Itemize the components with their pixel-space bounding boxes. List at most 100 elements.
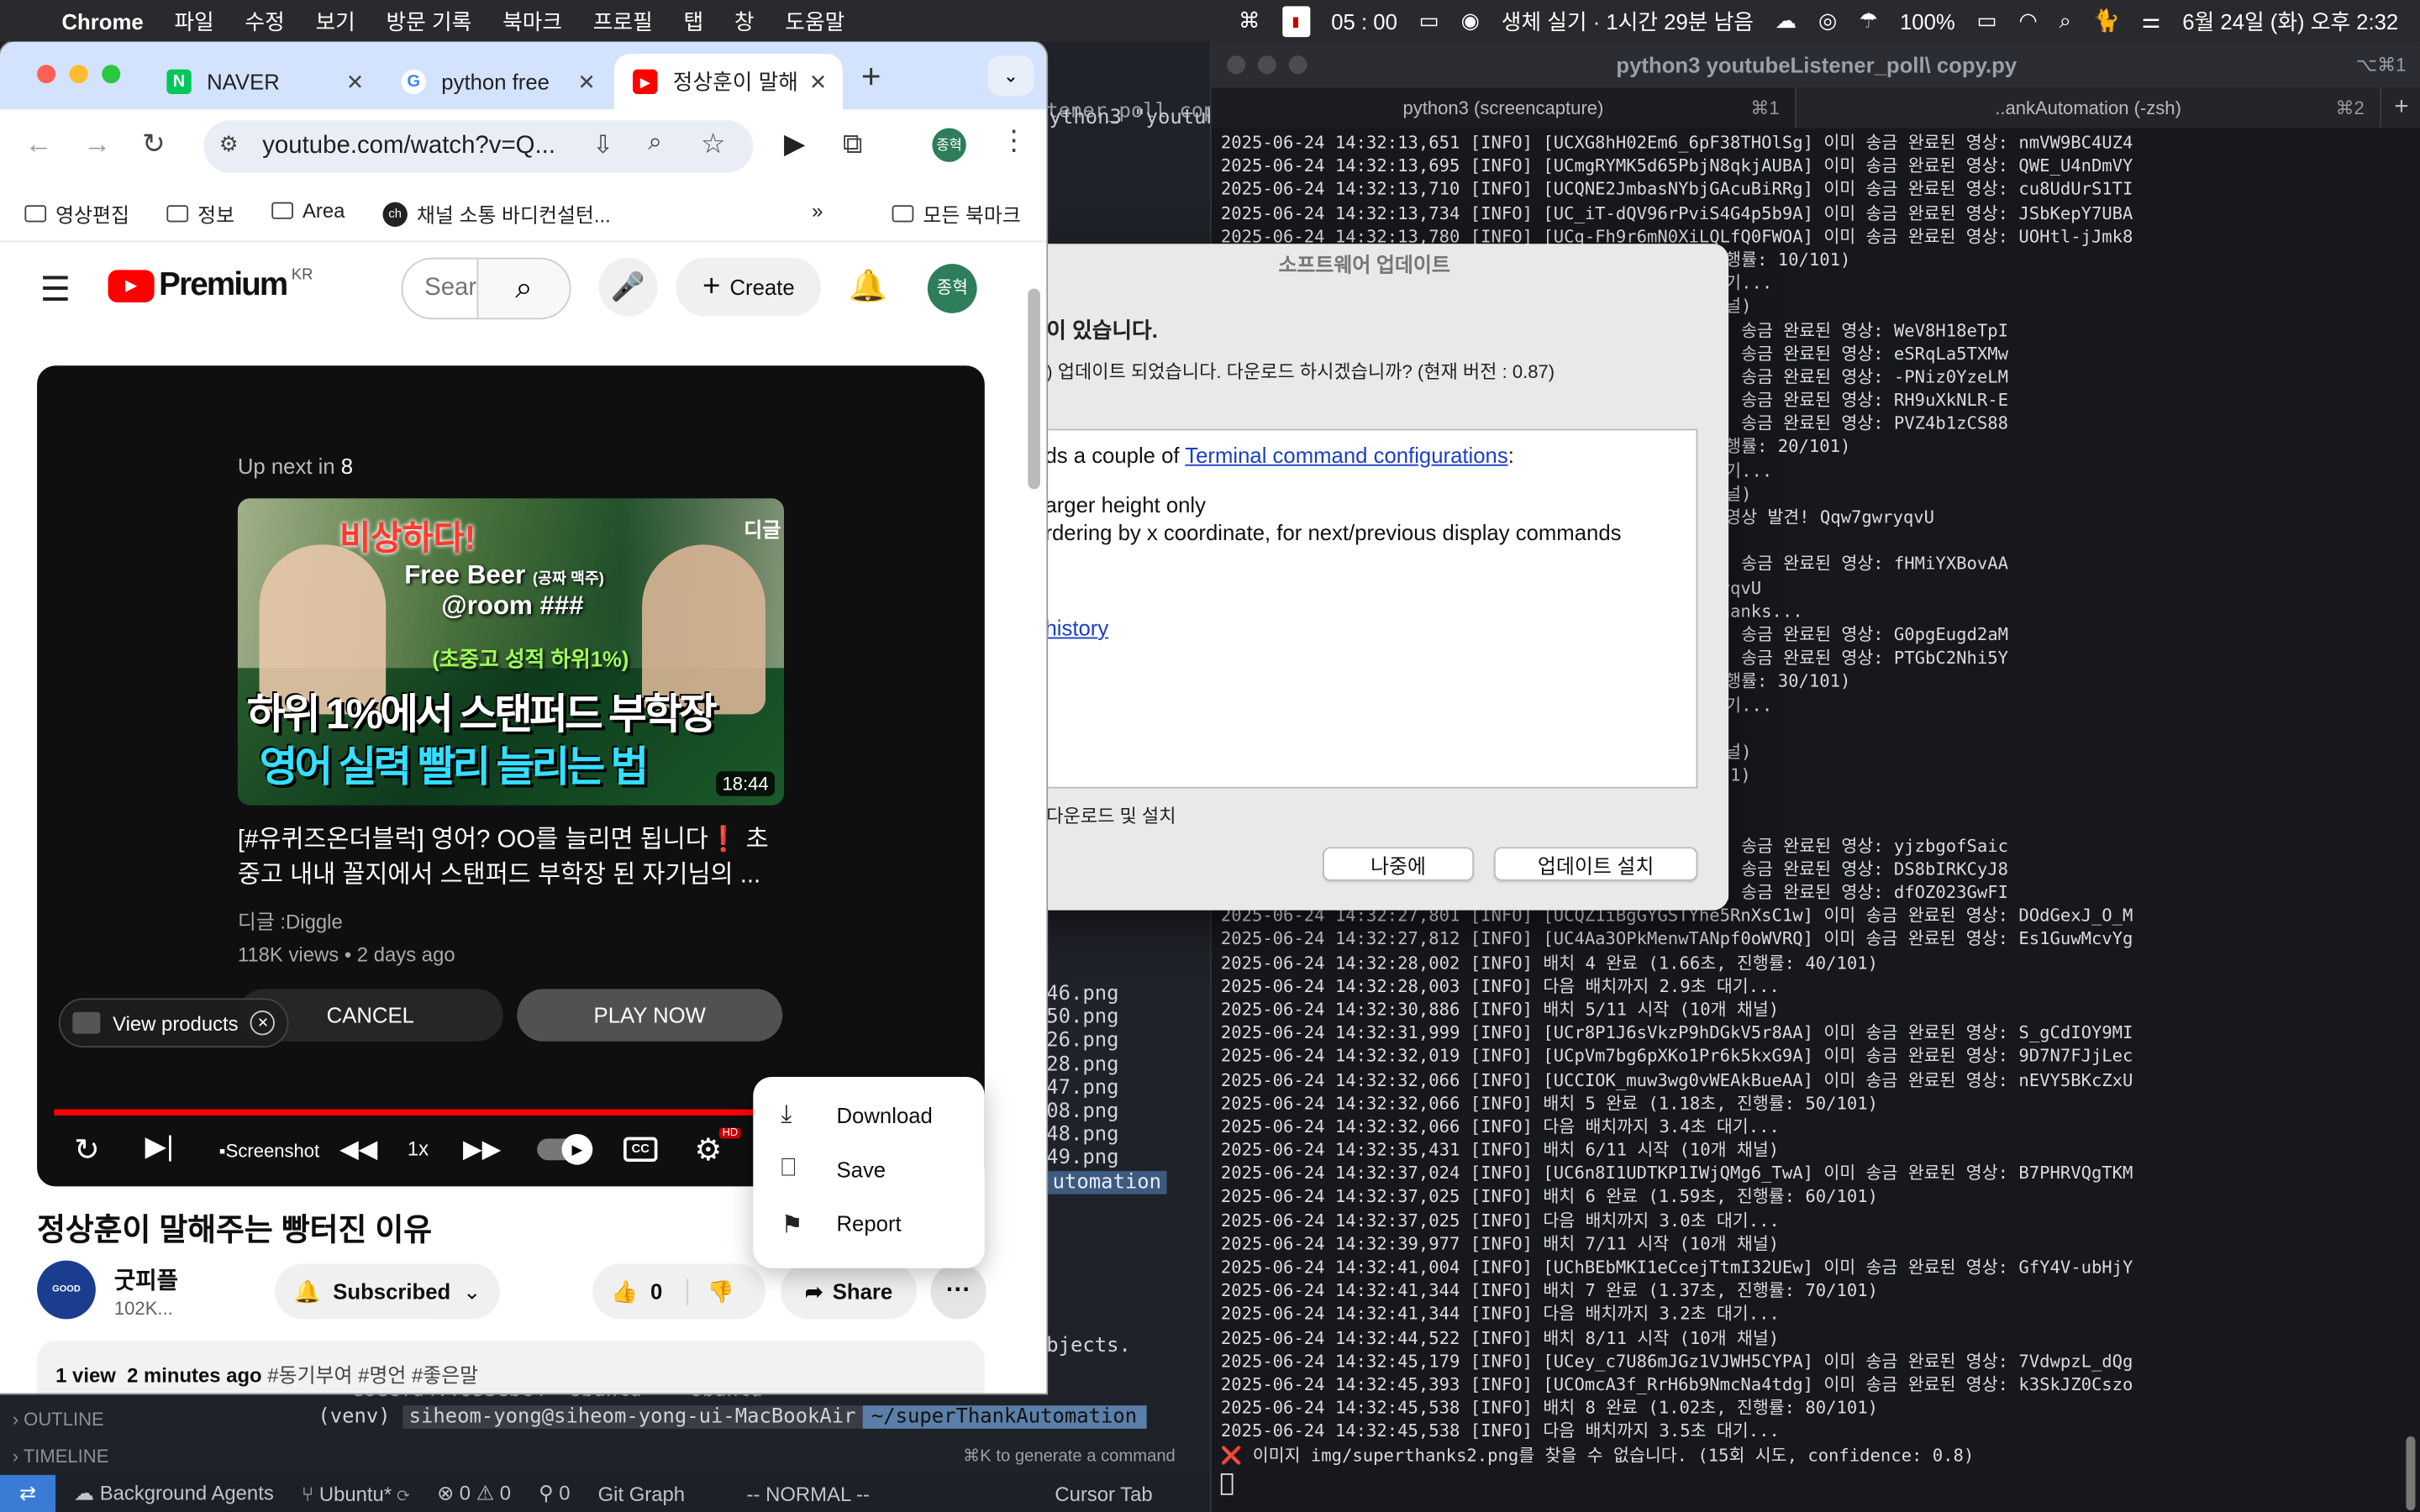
notifications-bell-icon[interactable]: 🔔 <box>849 267 887 306</box>
spotlight-search-icon[interactable]: ⌕ <box>2060 8 2071 34</box>
control-center-icon[interactable]: ⚌ <box>2142 8 2161 34</box>
page-scrollbar[interactable] <box>1028 288 1040 490</box>
ports-item[interactable]: ⚲ 0 <box>539 1481 570 1505</box>
share-button[interactable]: ➦ Share <box>781 1263 917 1320</box>
wifi-icon[interactable]: ◠ <box>2018 8 2037 34</box>
close-icon[interactable]: ✕ <box>577 69 596 95</box>
terminal-tab-1[interactable]: python3 (screencapture) ⌘1 <box>1211 87 1797 129</box>
profile-avatar[interactable]: 종혁 <box>932 128 966 162</box>
problems-item[interactable]: ⊗ 0 ⚠ 0 <box>437 1481 511 1505</box>
new-tab-button[interactable]: + <box>2381 88 2420 129</box>
tab-search-icon[interactable]: ⌄ <box>987 55 1034 96</box>
app-menu[interactable]: Chrome <box>61 8 143 33</box>
menu-download[interactable]: Download <box>836 1103 932 1127</box>
autoplay-toggle[interactable]: ▶ <box>537 1133 593 1165</box>
menu-window[interactable]: 창 <box>734 5 755 36</box>
hamburger-menu-icon[interactable]: ☰ <box>40 270 71 310</box>
bookmark-folder-1[interactable]: 영상편집 <box>24 199 129 228</box>
battery-percent[interactable]: 100% <box>1900 8 1955 33</box>
captions-icon[interactable]: CC <box>623 1137 658 1163</box>
zoom-button[interactable] <box>1288 55 1307 75</box>
microphone-icon[interactable]: 🎤 <box>598 257 658 317</box>
airdrop-icon[interactable]: ◎ <box>1818 8 1837 34</box>
chrome-menu-icon[interactable]: ⋮ <box>1000 125 1028 158</box>
menu-save[interactable]: Save <box>836 1158 886 1182</box>
progress-bar[interactable] <box>54 1109 765 1116</box>
auto-install-checkbox[interactable]: 다운로드 및 설치 <box>1046 802 1176 828</box>
close-window-button[interactable] <box>37 65 56 84</box>
menu-tab[interactable]: 탭 <box>683 5 703 36</box>
later-button[interactable]: 나중에 <box>1323 847 1475 881</box>
bookmarks-overflow[interactable]: » <box>812 199 823 223</box>
tab-google[interactable]: G python free ✕ <box>383 54 612 109</box>
menu-profiles[interactable]: 프로필 <box>593 5 653 36</box>
timer-readout[interactable]: 05 : 00 <box>1331 8 1397 33</box>
next-video-title[interactable]: [#유퀴즈온더블럭] 영어? OO를 늘리면 됩니다❗️ 초중고 내내 꼴지에서… <box>238 822 787 893</box>
bookmark-star-icon[interactable]: ☆ <box>701 128 726 160</box>
settings-gear-icon[interactable]: ⚙ <box>695 1131 723 1169</box>
menubar-clock[interactable]: 6월 24일 (화) 오후 2:32 <box>2182 5 2398 36</box>
menu-history[interactable]: 방문 기록 <box>387 5 472 36</box>
event-countdown[interactable]: 생체 실기 · 1시간 29분 남음 <box>1502 5 1754 36</box>
video-player[interactable]: Up next in 8 비상하다! Free Beer (공짜 맥주) @ro… <box>37 365 985 1187</box>
like-icon[interactable]: 👍 <box>611 1278 638 1305</box>
view-products-chip[interactable]: View products ✕ <box>58 998 290 1048</box>
install-app-icon[interactable]: ⇩ <box>592 129 613 160</box>
bookmark-channel[interactable]: ch 채널 소통 바디컨설턴... <box>382 199 611 228</box>
weather-icon[interactable]: ☂ <box>1859 8 1878 34</box>
cloud-app-icon[interactable]: ☁ <box>1776 8 1797 34</box>
minimize-button[interactable] <box>1257 55 1276 75</box>
bookmark-folder-3[interactable]: Area <box>271 199 345 222</box>
replay-icon[interactable]: ↻ <box>74 1131 100 1169</box>
extensions-icon[interactable]: ⧉ <box>843 128 863 160</box>
terminal-config-link[interactable]: Terminal command configurations <box>1185 443 1507 467</box>
channel-name[interactable]: 굿피플 <box>114 1263 178 1296</box>
branch-item[interactable]: ⑂ Ubuntu* ⟳ <box>302 1482 409 1505</box>
terminal-tab-2[interactable]: ..ankAutomation (-zsh) ⌘2 <box>1797 87 2382 129</box>
screenshot-extension[interactable]: ▪Screenshot <box>219 1140 319 1162</box>
close-icon[interactable]: ✕ <box>346 69 365 95</box>
play-circle-icon[interactable]: ◉ <box>1461 8 1480 34</box>
subscribed-button[interactable]: 🔔 Subscribed ⌄ <box>274 1263 501 1320</box>
reload-icon[interactable]: ↻ <box>142 128 166 160</box>
close-chip-icon[interactable]: ✕ <box>250 1011 276 1036</box>
cursor-tab-item[interactable]: Cursor Tab <box>1055 1482 1152 1505</box>
git-graph-item[interactable]: Git Graph <box>598 1482 686 1505</box>
next-video-thumbnail[interactable]: 비상하다! Free Beer (공짜 맥주) @room ### 디글 (초중… <box>237 498 785 806</box>
site-settings-icon[interactable]: ⚙ <box>219 131 239 157</box>
command-icon[interactable]: ⌘ <box>1239 8 1260 34</box>
new-tab-icon[interactable]: + <box>861 57 881 97</box>
next-video-icon[interactable]: ▶| <box>145 1131 174 1163</box>
create-button[interactable]: + Create <box>676 257 822 317</box>
menu-file[interactable]: 파일 <box>174 5 213 36</box>
battery-icon[interactable]: ▭ <box>1976 8 1996 34</box>
search-icon[interactable]: ⌕ <box>476 259 570 318</box>
close-button[interactable] <box>1227 55 1246 75</box>
account-avatar[interactable]: 종혁 <box>927 264 977 313</box>
menu-bookmarks[interactable]: 북마크 <box>502 5 562 36</box>
fast-forward-icon[interactable]: ▶▶ <box>463 1134 501 1165</box>
menu-edit[interactable]: 수정 <box>245 5 284 36</box>
youtube-premium-logo[interactable]: ▶ Premium KR <box>108 266 313 304</box>
terminal-scrollbar[interactable] <box>2406 1436 2416 1511</box>
minimize-window-button[interactable] <box>69 65 88 84</box>
dislike-icon[interactable]: 👎 <box>687 1278 734 1305</box>
address-bar[interactable]: ⚙ youtube.com/watch?v=Q... ⇩ ⌕ ☆ <box>203 120 754 173</box>
remote-icon[interactable]: ⇄ <box>0 1474 56 1512</box>
tab-youtube[interactable]: ▶ 정상훈이 말해 ✕ <box>614 54 843 110</box>
all-bookmarks[interactable]: 모든 북마크 <box>892 199 1021 228</box>
play-now-button[interactable]: PLAY NOW <box>517 989 783 1042</box>
channel-avatar[interactable]: GOOD PEOPLE <box>37 1260 96 1353</box>
close-icon[interactable]: ✕ <box>809 69 828 95</box>
screen-mirror-icon[interactable]: ▭ <box>1419 8 1439 34</box>
media-play-icon[interactable]: ▶ <box>784 128 805 160</box>
more-actions-icon[interactable]: ··· <box>930 1263 986 1320</box>
timeline-section[interactable]: › TIMELINE <box>13 1446 109 1467</box>
install-update-button[interactable]: 업데이트 설치 <box>1493 847 1698 881</box>
rewind-icon[interactable]: ◀◀ <box>339 1134 377 1165</box>
search-input[interactable] <box>402 259 477 318</box>
tab-naver[interactable]: N NAVER ✕ <box>148 54 380 109</box>
description-box[interactable]: 1 view 2 minutes ago #동기부여 #명언 #좋은말 <box>37 1341 985 1394</box>
hashtags[interactable]: #동기부여 #명언 #좋은말 <box>267 1364 478 1388</box>
forward-icon[interactable]: → <box>83 128 111 160</box>
